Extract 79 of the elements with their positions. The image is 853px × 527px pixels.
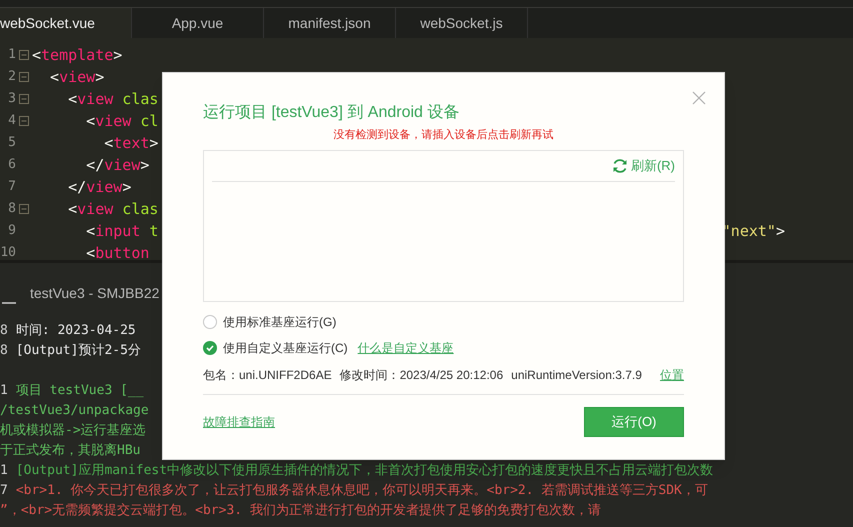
console-line-number: 7: [0, 482, 8, 500]
refresh-icon: [612, 158, 628, 174]
console-line: [Output]预计2-5分: [16, 342, 141, 360]
code-token: >: [95, 66, 104, 88]
code-token: clas: [121, 88, 158, 110]
code-token: view: [104, 154, 140, 176]
fold-icon[interactable]: [19, 204, 29, 214]
fold-icon[interactable]: [19, 50, 29, 60]
console-line: 时间: 2023-04-25: [16, 322, 136, 340]
console-line-number: 8: [0, 322, 8, 340]
code-token: view: [77, 88, 114, 110]
console-line-number: 8: [0, 342, 8, 360]
code-token: >: [140, 154, 150, 176]
code-token: <: [32, 44, 42, 66]
line-number: 7: [7, 178, 16, 196]
dialog-title: 运行项目 [testVue3] 到 Android 设备: [203, 103, 460, 123]
line-number: 4: [7, 112, 16, 130]
code-token: </: [85, 154, 104, 176]
info-text: 修改时间：2023/4/25 20:12:06: [340, 366, 504, 384]
line-number: 9: [7, 222, 16, 240]
fold-icon[interactable]: [19, 94, 29, 104]
check-icon: [205, 342, 215, 352]
code-token: >: [149, 132, 158, 154]
console-line: ”，<br>无需频繁提交云端打包。<br>3. 我们为正常进行打包的开发者提供了足够的免费打包次数，请: [0, 502, 601, 520]
file-tab[interactable]: webSocket.vue: [0, 8, 132, 38]
fold-icon[interactable]: [19, 72, 29, 82]
code-token: cl: [139, 110, 158, 132]
console-line-number: 1: [0, 462, 8, 480]
line-number: 6: [7, 156, 16, 174]
code-token: </: [67, 176, 86, 198]
code-token: <: [67, 198, 78, 220]
info-text: 包名：uni.UNIFF2D6AE: [203, 366, 332, 384]
close-icon[interactable]: [692, 91, 706, 105]
refresh-button[interactable]: 刷新(R): [612, 156, 675, 176]
line-number: 1: [7, 46, 16, 64]
code-token: <: [103, 132, 114, 154]
run-button[interactable]: 运行(O): [584, 406, 684, 436]
console-title: testVue3 - SMJBB22: [30, 284, 160, 302]
code-token: button: [95, 242, 150, 264]
code-token: <: [85, 242, 96, 264]
code-token: >: [113, 44, 122, 66]
console-line: 于正式发布，其脱离HBu: [0, 442, 140, 460]
code-token: >: [122, 176, 132, 198]
code-token: input: [95, 220, 140, 242]
line-number: 8: [7, 200, 16, 218]
radio-label: 使用自定义基座运行(C): [223, 340, 348, 356]
console-line-number: 1: [0, 382, 8, 400]
radio-label: 使用标准基座运行(G): [223, 314, 336, 330]
console-line: [Output]应用manifest中修改以下使用原生插件的情况下，非首次打包使用安心打包的速度更快且不占用云端打包次数: [16, 462, 714, 480]
line-number: 3: [7, 90, 16, 108]
info-text: uniRuntimeVersion:3.7.9: [511, 366, 642, 384]
location-link[interactable]: 位置: [660, 366, 684, 384]
code-token: "next": [722, 220, 776, 242]
code-token: text: [113, 132, 150, 154]
code-token: <: [85, 220, 96, 242]
code-token: view: [86, 176, 122, 198]
fold-icon[interactable]: [19, 116, 29, 126]
code-token: t: [148, 220, 158, 242]
console-line: <br>1. 你今天已打包很多次了，让云打包服务器休息休息吧，你可以明天再来。<br>2. 若需调试推送等三方SDK，可: [16, 482, 708, 500]
console-line: 项目 testVue3 [__: [16, 382, 144, 400]
code-token: template: [41, 44, 114, 66]
code-token: >: [776, 220, 785, 242]
code-token: view: [77, 198, 114, 220]
radio-button[interactable]: [203, 314, 217, 328]
code-token: view: [95, 110, 132, 132]
code-token: view: [59, 66, 96, 88]
radio-button[interactable]: [203, 340, 217, 354]
code-token: clas: [121, 198, 158, 220]
troubleshooting-link[interactable]: 故障排查指南: [203, 412, 275, 430]
help-link[interactable]: 什么是自定义基座: [358, 338, 454, 356]
line-number: 5: [7, 134, 16, 152]
code-token: <: [49, 66, 60, 88]
warning-message: 没有检测到设备，请插入设备后点击刷新再试: [332, 128, 554, 143]
console-line: /testVue3/unpackage: [0, 402, 149, 420]
line-number: 10: [0, 244, 16, 262]
code-token: <: [85, 110, 96, 132]
line-number: 2: [7, 68, 16, 86]
console-line: 机或模拟器->运行基座选: [0, 422, 146, 440]
code-token: <: [67, 88, 78, 110]
